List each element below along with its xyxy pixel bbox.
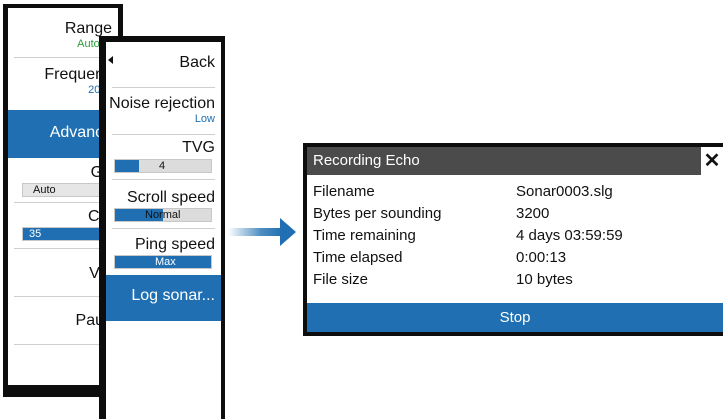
scroll-speed-item[interactable]: Scroll speed <box>106 189 221 207</box>
pause-label: Paus <box>75 312 112 329</box>
info-key: Time elapsed <box>313 249 403 266</box>
back-item[interactable]: Back <box>106 54 221 72</box>
tvg-bar[interactable]: 4 <box>114 159 212 173</box>
info-row: Bytes per sounding 3200 <box>313 205 723 225</box>
info-row: Time remaining 4 days 03:59:59 <box>313 227 723 247</box>
dialog-title-bar: Recording Echo <box>307 147 723 175</box>
info-row: File size 10 bytes <box>313 271 723 291</box>
range-value: Auto: 6 <box>77 38 112 50</box>
ping-speed-item[interactable]: Ping speed <box>106 236 221 254</box>
dialog-body: Filename Sonar0003.slg Bytes per soundin… <box>307 175 723 303</box>
view-label: Vie <box>8 265 112 283</box>
info-key: Time remaining <box>313 227 416 244</box>
info-value: 10 bytes <box>516 271 573 288</box>
tvg-item[interactable]: TVG <box>106 139 221 157</box>
recording-echo-dialog: Recording Echo ✕ Filename Sonar0003.slg … <box>303 143 723 336</box>
range-label: Range <box>64 20 112 37</box>
log-sonar-item[interactable]: Log sonar... <box>106 275 221 321</box>
info-key: File size <box>313 271 369 288</box>
tvg-label: TVG <box>182 139 215 156</box>
frequency-value: 200k <box>8 84 112 96</box>
divider <box>14 296 112 297</box>
info-row: Time elapsed 0:00:13 <box>313 249 723 269</box>
scroll-speed-value: Normal <box>145 209 181 221</box>
divider <box>112 134 215 135</box>
info-value: 3200 <box>516 205 550 222</box>
gain-value: Auto <box>33 184 56 196</box>
divider <box>14 248 112 249</box>
right-arrow-icon <box>228 218 296 246</box>
tvg-bar-fill <box>115 160 139 172</box>
ping-speed-label: Ping speed <box>134 236 215 253</box>
close-icon[interactable]: ✕ <box>701 147 723 175</box>
info-key: Bytes per sounding <box>313 205 442 222</box>
divider <box>112 228 215 229</box>
gain-label: Ga <box>8 164 112 182</box>
stop-button[interactable]: Stop <box>307 303 723 332</box>
divider <box>112 87 215 88</box>
info-value: Sonar0003.slg <box>516 183 613 200</box>
frequency-label: Frequenc <box>44 66 112 83</box>
divider <box>14 344 112 345</box>
ping-speed-value: Max <box>155 256 176 268</box>
tvg-value: 4 <box>159 160 166 172</box>
info-value: 0:00:13 <box>516 249 567 266</box>
noise-rejection-value: Low <box>194 113 215 125</box>
noise-rejection-label: Noise rejection <box>109 95 215 112</box>
scroll-speed-bar[interactable]: Normal <box>114 208 212 222</box>
divider <box>14 57 112 58</box>
divider <box>112 179 215 180</box>
noise-rejection-item[interactable]: Noise rejection Low <box>106 95 221 125</box>
color-value: 35 <box>29 228 42 240</box>
back-label: Back <box>179 54 215 71</box>
info-key: Filename <box>313 183 375 200</box>
menu2-panel: Back Noise rejection Low TVG 4 Scroll sp… <box>106 42 221 419</box>
dialog-title: Recording Echo <box>313 152 420 169</box>
scroll-speed-label: Scroll speed <box>126 189 215 206</box>
info-row: Filename Sonar0003.slg <box>313 183 723 203</box>
divider <box>14 202 112 203</box>
log-sonar-label: Log sonar... <box>131 287 215 304</box>
ping-speed-bar[interactable]: Max <box>114 255 212 269</box>
color-label: Col <box>8 208 112 226</box>
info-value: 4 days 03:59:59 <box>516 227 623 244</box>
